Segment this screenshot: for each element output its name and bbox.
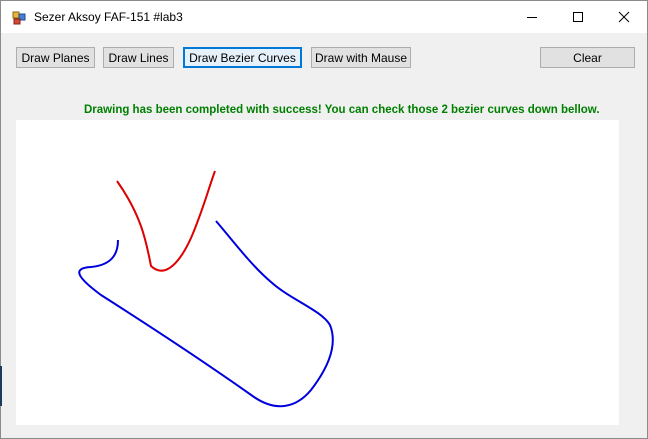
- main-window: Sezer Aksoy FAF-151 #lab3 Draw Planes Dr…: [0, 0, 648, 439]
- drawing-canvas[interactable]: [16, 120, 619, 425]
- draw-bezier-curves-button[interactable]: Draw Bezier Curves: [183, 47, 302, 68]
- close-icon: [618, 11, 630, 23]
- maximize-button[interactable]: [555, 1, 601, 33]
- bezier-curves-drawing: [78, 170, 334, 408]
- draw-planes-button[interactable]: Draw Planes: [16, 47, 95, 68]
- status-message: Drawing has been completed with success!…: [84, 104, 600, 116]
- app-window-icon: [12, 11, 26, 25]
- draw-lines-button[interactable]: Draw Lines: [103, 47, 174, 68]
- draw-with-mouse-button[interactable]: Draw with Mause: [311, 47, 411, 68]
- title-bar[interactable]: Sezer Aksoy FAF-151 #lab3: [1, 1, 647, 33]
- clear-button[interactable]: Clear: [540, 47, 635, 68]
- window-title: Sezer Aksoy FAF-151 #lab3: [34, 10, 183, 24]
- minimize-button[interactable]: [509, 1, 555, 33]
- maximize-icon: [573, 12, 583, 22]
- minimize-icon: [527, 17, 537, 18]
- red-bezier-curve: [116, 170, 216, 272]
- desktop-edge: [0, 366, 2, 406]
- blue-bezier-curve: [78, 220, 334, 408]
- close-button[interactable]: [601, 1, 647, 33]
